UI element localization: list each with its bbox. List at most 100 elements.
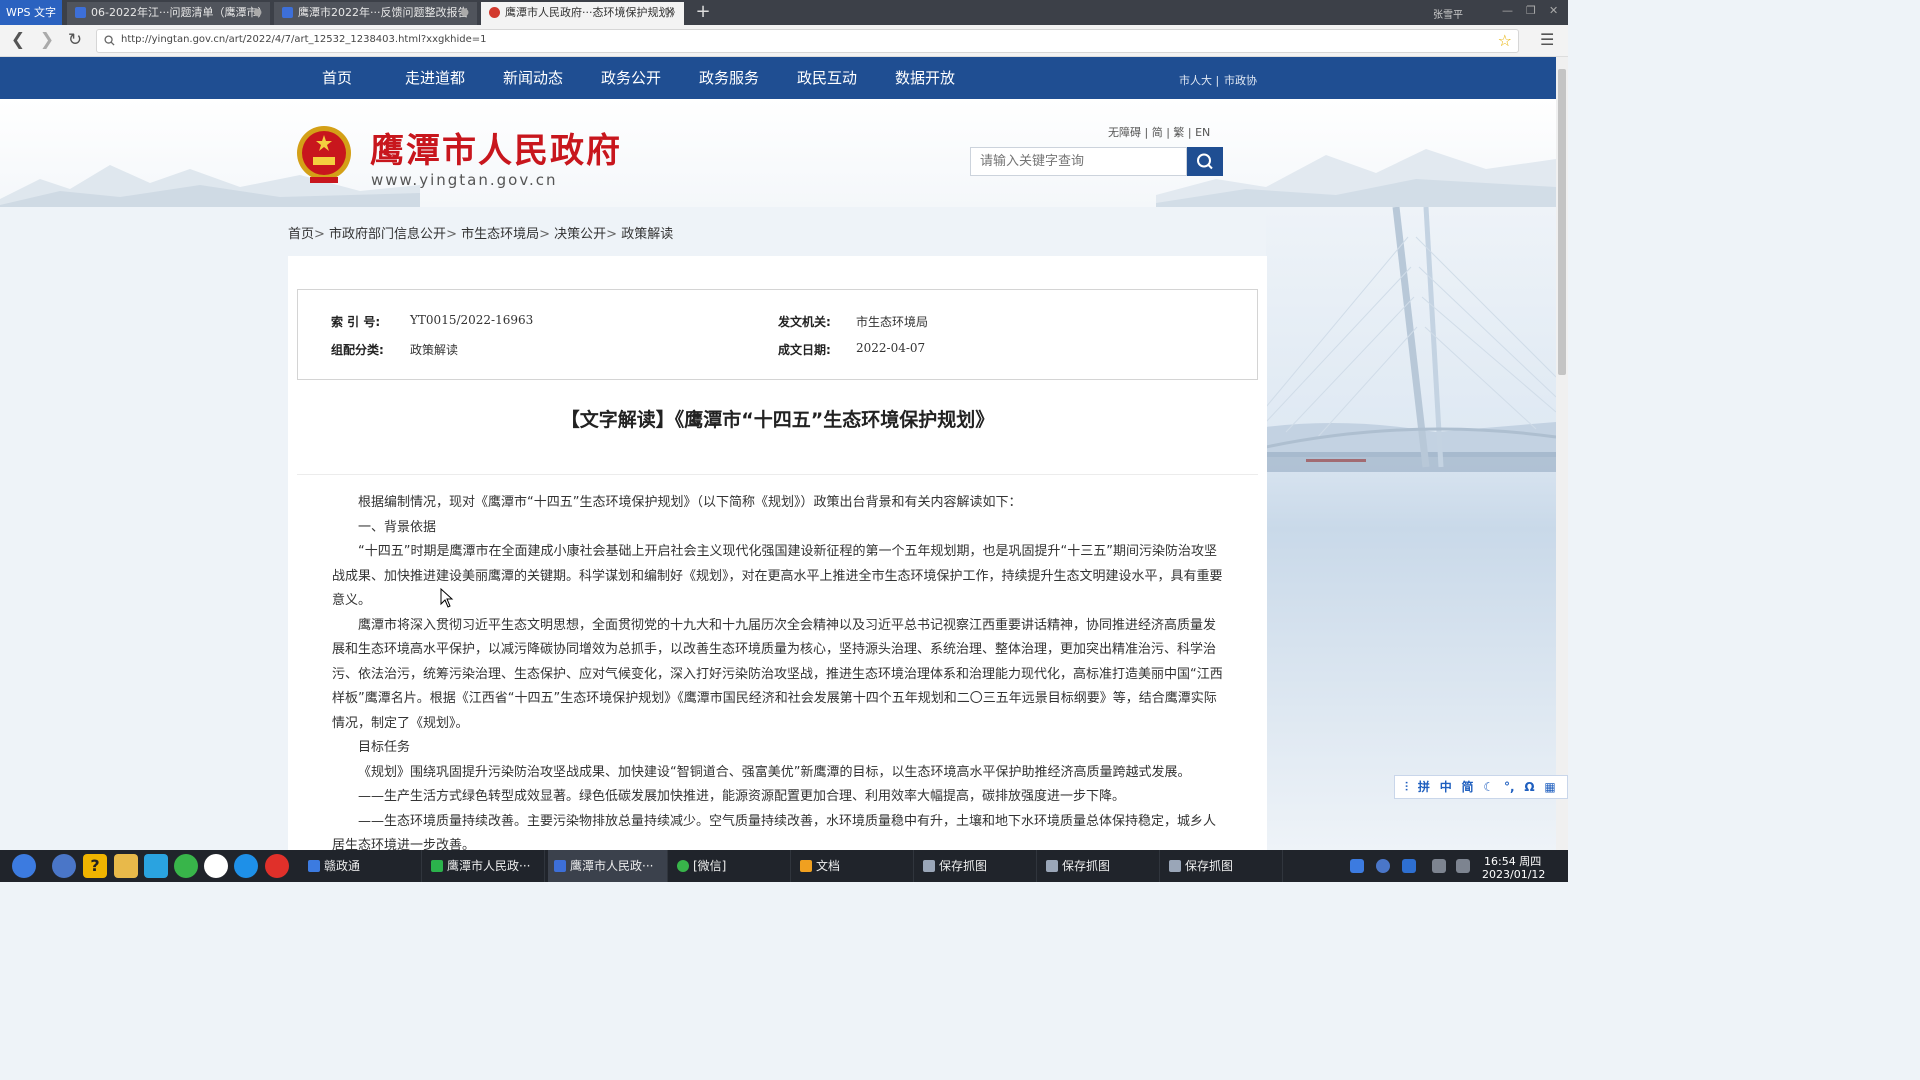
article-paragraph: “十四五”时期是鹰潭市在全面建成小康社会基础上开启社会主义现代化强国建设新征程的… [332, 544, 1223, 608]
document-icon [282, 7, 293, 18]
tab-label: 鹰潭市2022年···反馈问题整改报告 [298, 6, 469, 19]
tab-close-dot-icon[interactable]: ● [253, 2, 262, 23]
language-links: 无障碍 | 简 | 繁 | EN [1108, 126, 1211, 139]
tab-yingtan-gov[interactable]: 鹰潭市人民政府···态环境保护规划》 × [481, 2, 684, 25]
index-number-label: 索 引 号: [331, 315, 381, 329]
new-tab-button[interactable]: + [694, 2, 712, 22]
category-value: 政策解读 [410, 343, 459, 357]
forward-icon[interactable]: ❯ [37, 30, 57, 50]
breadcrumb-decision[interactable]: 决策公开 [554, 227, 606, 242]
task-wechat[interactable]: [微信] [671, 850, 791, 882]
qq-icon[interactable] [204, 854, 228, 878]
ime-punctuation-button[interactable]: °, [1504, 780, 1515, 794]
breadcrumb-home[interactable]: 首页 [288, 227, 314, 242]
article-heading: 目标任务 [358, 740, 411, 755]
breadcrumb-dept-info[interactable]: 市政府部门信息公开 [329, 227, 446, 242]
nav-open-data[interactable]: 数据开放 [895, 67, 955, 88]
simplified-link[interactable]: 简 [1152, 126, 1163, 139]
task-screenshot-3[interactable]: 保存抓图 [1163, 850, 1283, 882]
browser-icon[interactable] [234, 854, 258, 878]
moon-icon[interactable]: ☾ [1483, 780, 1494, 794]
article-body: 根据编制情况，现对《鹰潭市“十四五”生态环境保护规划》（以下简称《规划》）政策出… [332, 491, 1226, 850]
wechat-icon[interactable] [174, 854, 198, 878]
ime-toolbar: ⫶ 拼 中 简 ☾ °, Ω ▦ [1394, 775, 1568, 799]
article-paragraph: ——生态环境质量持续改善。主要污染物排放总量持续减少。空气质量持续改善，水环境质… [332, 813, 1217, 851]
browser-menu-icon[interactable]: ☰ [1540, 30, 1554, 49]
restore-icon[interactable]: ❐ [1526, 4, 1536, 17]
article-heading: 一、背景依据 [358, 519, 437, 535]
search-icon [1197, 153, 1213, 170]
clock-time[interactable]: 16:54 周四 [1484, 853, 1541, 869]
url-input[interactable]: http://yingtan.gov.cn/art/2022/4/7/art_1… [96, 29, 1519, 53]
close-window-icon[interactable]: ✕ [1549, 4, 1558, 17]
start-menu-icon[interactable] [12, 854, 36, 878]
site-title[interactable]: 鹰潭市人民政府 [370, 123, 622, 172]
ime-chinese-button[interactable]: 中 [1440, 780, 1452, 794]
folder-icon[interactable] [114, 854, 138, 878]
traditional-link[interactable]: 繁 [1173, 126, 1184, 139]
article-paragraph: 《规划》围绕巩固提升污染防治攻坚战成果、加快建设“智铜道合、强富美优”新鹰潭的目… [358, 764, 1191, 780]
back-icon[interactable]: ❮ [8, 30, 28, 50]
nav-about[interactable]: 走进道都 [405, 67, 465, 88]
document-metadata: 索 引 号: YT0015/2022-16963 发文机关: 市生态环境局 组配… [297, 289, 1258, 380]
ime-symbol-button[interactable]: Ω [1524, 780, 1534, 794]
task-screenshot-1[interactable]: 保存抓图 [917, 850, 1037, 882]
task-documents[interactable]: 文档 [794, 850, 914, 882]
screenshot-icon [923, 860, 935, 872]
breadcrumb-policy-interpretation[interactable]: 政策解读 [621, 227, 673, 242]
document-folder-icon [800, 860, 812, 872]
wps-app-button[interactable]: WPS 文字 [0, 0, 62, 25]
tray-mountain-icon[interactable] [1376, 859, 1390, 873]
mouse-cursor-icon [440, 588, 454, 608]
minimize-icon[interactable]: — [1502, 4, 1513, 17]
task-screenshot-2[interactable]: 保存抓图 [1040, 850, 1160, 882]
site-search-button[interactable] [1187, 147, 1223, 176]
accessibility-link[interactable]: 无障碍 [1108, 126, 1141, 139]
article-panel: 索 引 号: YT0015/2022-16963 发文机关: 市生态环境局 组配… [288, 256, 1267, 850]
page-scrollbar[interactable] [1556, 57, 1568, 850]
tab-problem-list[interactable]: 06-2022年江···问题清单（鹰潭市） ● [67, 2, 270, 25]
tray-network-icon[interactable] [1350, 859, 1364, 873]
article-title: 【文字解读】《鹰潭市“十四五”生态环境保护规划》 [560, 409, 995, 431]
tray-volume-icon[interactable] [1432, 859, 1446, 873]
date-value: 2022-04-07 [856, 341, 926, 355]
nav-npc-link[interactable]: 市人大 | [1179, 72, 1219, 88]
help-icon[interactable]: ? [83, 854, 107, 878]
grid-icon[interactable]: ▦ [1544, 780, 1555, 794]
nav-services[interactable]: 政务服务 [699, 67, 759, 88]
task-ganzhengtong[interactable]: 赣政通 [302, 850, 422, 882]
ime-pinyin-button[interactable]: 拼 [1418, 780, 1430, 794]
task-yingtan-gov-2[interactable]: 鹰潭市人民政··· [548, 850, 668, 882]
english-link[interactable]: EN [1195, 126, 1210, 139]
tab-close-dot-icon[interactable]: ● [460, 2, 469, 23]
issuer-label: 发文机关: [778, 315, 831, 329]
wps-icon[interactable] [265, 854, 289, 878]
scrollbar-thumb[interactable] [1558, 69, 1566, 375]
user-name[interactable]: 张雪平 [1433, 6, 1463, 21]
nav-public-affairs[interactable]: 政务公开 [601, 67, 661, 88]
category-label: 组配分类: [331, 343, 384, 357]
breadcrumb-eco-bureau[interactable]: 市生态环境局 [461, 227, 539, 242]
tray-display-icon[interactable] [1456, 859, 1470, 873]
site-search-input[interactable] [970, 147, 1187, 176]
tab-rectification-report[interactable]: 鹰潭市2022年···反馈问题整改报告 ● [274, 2, 477, 25]
national-emblem-logo [297, 126, 351, 183]
nav-cppcc-link[interactable]: 市政协 [1224, 72, 1257, 88]
bookmark-star-icon[interactable]: ☆ [1498, 31, 1512, 50]
monitor-icon[interactable] [144, 854, 168, 878]
tab-close-icon[interactable]: × [664, 2, 676, 23]
tray-shield-icon[interactable] [1402, 859, 1416, 873]
mountain-app-icon[interactable] [52, 854, 76, 878]
clock-date[interactable]: 2023/01/12 [1482, 868, 1545, 881]
reload-icon[interactable]: ↻ [65, 30, 85, 50]
index-number-value: YT0015/2022-16963 [410, 313, 534, 327]
ime-simplified-button[interactable]: 简 [1462, 780, 1474, 794]
nav-news[interactable]: 新闻动态 [503, 67, 563, 88]
browser-tab-bar: WPS 文字 06-2022年江···问题清单（鹰潭市） ● 鹰潭市2022年·… [0, 0, 1568, 25]
nav-interaction[interactable]: 政民互动 [797, 67, 857, 88]
voice-input-icon[interactable]: ⫶ [1405, 780, 1408, 794]
task-yingtan-gov-1[interactable]: 鹰潭市人民政··· [425, 850, 545, 882]
search-icon [104, 35, 115, 46]
wechat-icon [677, 860, 689, 872]
nav-home[interactable]: 首页 [322, 67, 352, 88]
